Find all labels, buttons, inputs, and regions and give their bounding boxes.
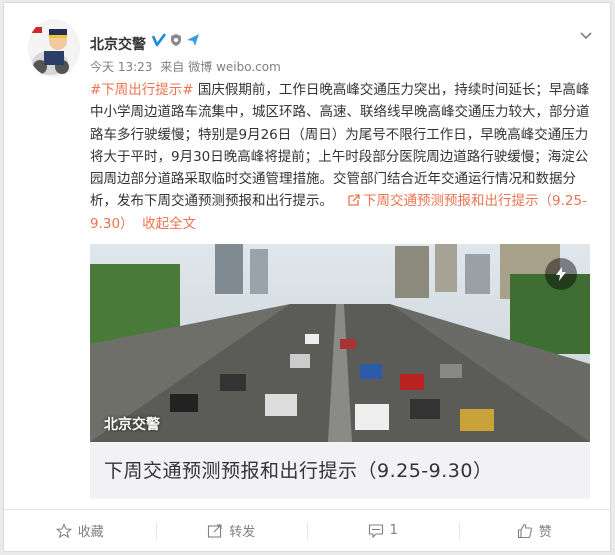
verified-icon xyxy=(152,33,166,47)
author-name[interactable]: 北京交警 xyxy=(90,34,146,54)
hashtag-link[interactable]: #下周出行提示# xyxy=(90,82,194,98)
comment-icon xyxy=(368,523,383,538)
post-time[interactable]: 今天 13:23 xyxy=(90,60,152,74)
post-source[interactable]: 微博 weibo.com xyxy=(188,60,281,74)
thumbs-up-icon xyxy=(517,523,532,538)
weibo-post-card: 北京交警 今天 13:23 来自 微博 weibo.com #下周出行提示# 国庆… xyxy=(3,2,611,552)
collapse-button[interactable]: 收起全文 xyxy=(142,216,196,232)
like-label: 赞 xyxy=(538,525,552,540)
link-icon xyxy=(348,194,360,207)
author-avatar[interactable] xyxy=(28,19,80,77)
action-bar: 收藏 转发 1 赞 xyxy=(4,509,610,551)
article-image: 北京交警 xyxy=(90,244,590,442)
comment-button[interactable]: 1 xyxy=(307,510,459,551)
star-icon xyxy=(55,522,72,538)
post-meta: 今天 13:23 来自 微博 weibo.com xyxy=(90,58,285,75)
post-text: #下周出行提示# 国庆假期前，工作日晚高峰交通压力突出，持续时间延长；早高峰中小… xyxy=(90,79,590,235)
favorite-label: 收藏 xyxy=(77,525,104,540)
post-body: 国庆假期前，工作日晚高峰交通压力突出，持续时间延长；早高峰中小学周边道路车流集中… xyxy=(90,82,590,210)
comment-count: 1 xyxy=(389,523,398,538)
chevron-down-icon[interactable] xyxy=(578,27,594,43)
repost-label: 转发 xyxy=(229,525,256,540)
like-button[interactable]: 赞 xyxy=(458,510,611,551)
repost-icon xyxy=(208,523,222,538)
article-title: 下周交通预测预报和出行提示（9.25-9.30） xyxy=(104,460,493,482)
police-badge-icon xyxy=(171,34,181,46)
article-card[interactable]: 北京交警 下周交通预测预报和出行提示（9.25-9.30） xyxy=(90,244,590,499)
send-plane-icon xyxy=(187,34,199,46)
repost-button[interactable]: 转发 xyxy=(155,510,308,551)
image-watermark: 北京交警 xyxy=(104,417,160,433)
lightning-icon[interactable] xyxy=(545,258,577,290)
favorite-button[interactable]: 收藏 xyxy=(4,510,156,551)
source-prefix: 来自 xyxy=(160,60,185,74)
